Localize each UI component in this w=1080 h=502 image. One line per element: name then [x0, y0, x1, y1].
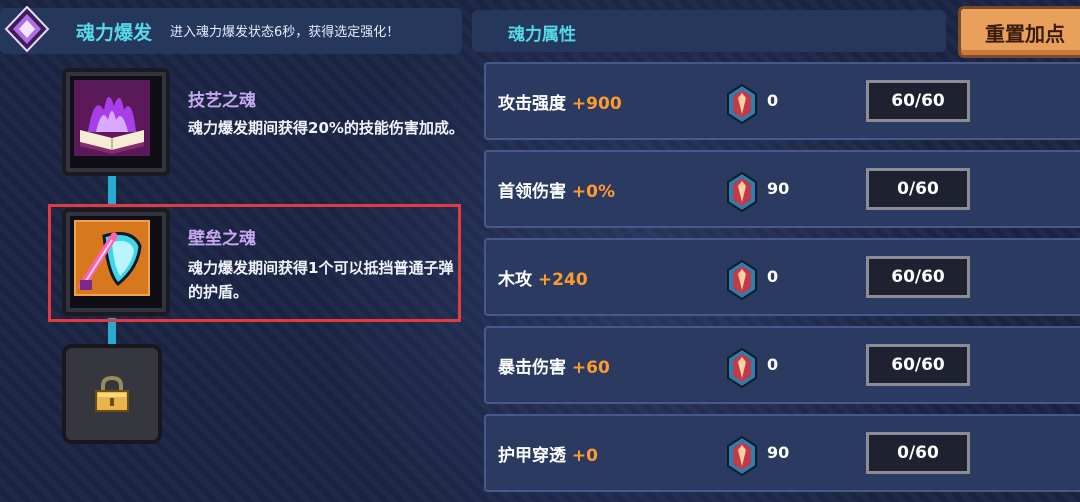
- soul-gem-count: 0: [767, 267, 779, 286]
- attribute-label: 木攻: [498, 270, 532, 290]
- soul-gem-icon: [727, 84, 757, 124]
- soul-gem-count: 90: [767, 179, 790, 198]
- soul-gem-icon: [727, 260, 757, 300]
- locked-skill-slot[interactable]: [62, 344, 162, 444]
- attribute-points-box[interactable]: 60/60: [866, 256, 970, 298]
- attribute-points-box[interactable]: 60/60: [866, 80, 970, 122]
- tree-connector: [108, 318, 116, 346]
- attribute-label: 首领伤害: [498, 182, 566, 202]
- attribute-label: 护甲穿透: [498, 446, 566, 466]
- soul-gem-icon: [727, 348, 757, 388]
- soul-burst-description: 进入魂力爆发状态6秒，获得选定强化！: [170, 25, 400, 40]
- soul-gem-icon: [727, 436, 757, 476]
- soul-gem-count: 90: [767, 443, 790, 462]
- attribute-bonus: +240: [537, 270, 588, 290]
- soul-gem-count: 0: [767, 355, 779, 374]
- attribute-points-box[interactable]: 0/60: [866, 168, 970, 210]
- attribute-points-box[interactable]: 60/60: [866, 344, 970, 386]
- attribute-row: 攻击强度 +900 0 60/60: [484, 62, 1080, 140]
- attribute-label: 攻击强度: [498, 94, 566, 114]
- soul-burst-title: 魂力爆发: [76, 22, 153, 44]
- skill-name-craft-soul: 技艺之魂: [188, 91, 256, 111]
- attribute-row: 护甲穿透 +0 90 0/60: [484, 414, 1080, 492]
- lock-icon: [95, 375, 129, 412]
- soul-gem-icon: [727, 172, 757, 212]
- attribute-bonus: +0%: [571, 182, 616, 202]
- flaming-book-icon: [74, 80, 150, 156]
- attribute-bonus: +900: [571, 94, 622, 114]
- soul-gem-count: 0: [767, 91, 779, 110]
- reset-points-button[interactable]: 重置加点: [958, 6, 1080, 58]
- soul-attributes-title: 魂力属性: [508, 25, 576, 45]
- soul-crystal-icon: [4, 6, 50, 52]
- skill-slot-craft-soul[interactable]: [62, 68, 170, 176]
- attribute-bonus: +0: [571, 446, 598, 466]
- selected-skill-highlight: [48, 204, 461, 322]
- attribute-label: 暴击伤害: [498, 358, 566, 378]
- attribute-row: 暴击伤害 +60 0 60/60: [484, 326, 1080, 404]
- skill-description-craft-soul: 魂力爆发期间获得20%的技能伤害加成。: [188, 119, 464, 137]
- attribute-bonus: +60: [571, 358, 610, 378]
- attribute-row: 木攻 +240 0 60/60: [484, 238, 1080, 316]
- attribute-row: 首领伤害 +0% 90 0/60: [484, 150, 1080, 228]
- attribute-points-box[interactable]: 0/60: [866, 432, 970, 474]
